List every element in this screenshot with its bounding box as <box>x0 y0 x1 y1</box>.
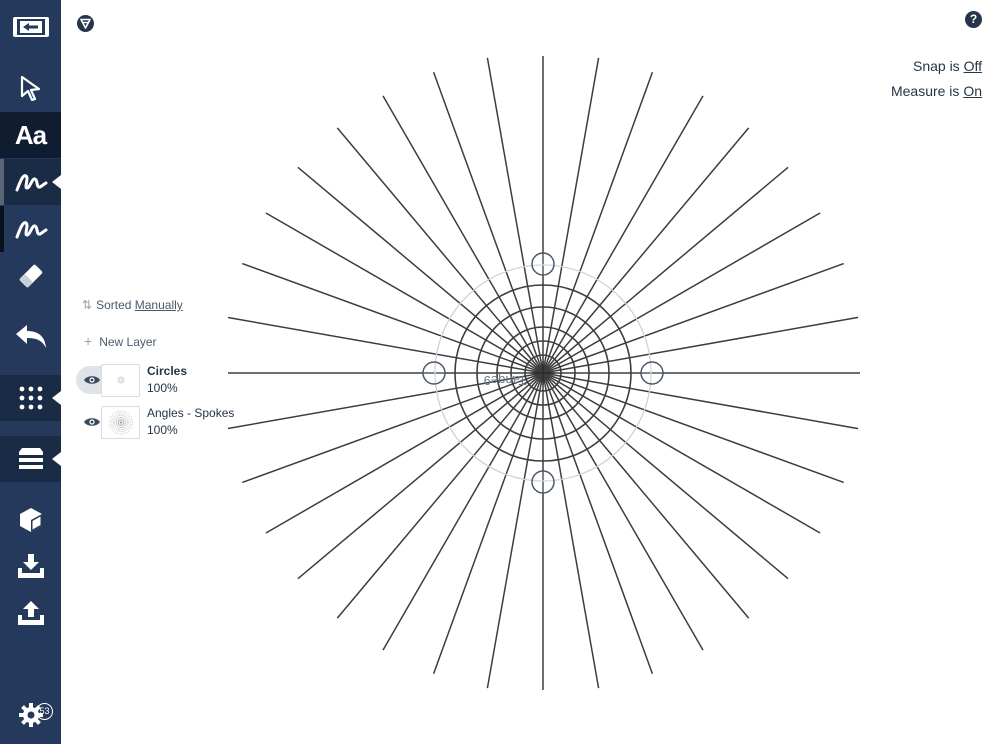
eye-icon <box>84 418 100 426</box>
measure-toggle[interactable]: On <box>963 83 982 99</box>
help-icon: ? <box>969 12 978 26</box>
back-button[interactable] <box>0 4 61 50</box>
sort-arrows-icon: ⇅ <box>82 298 93 312</box>
import-button[interactable] <box>0 543 61 589</box>
undo-button[interactable] <box>0 314 61 360</box>
layer-thumbnail <box>101 406 140 439</box>
resize-handle[interactable] <box>640 361 664 385</box>
new-layer-label: New Layer <box>99 335 157 349</box>
snap-status: Snap is Off <box>913 58 982 74</box>
grid-icon <box>19 386 42 410</box>
mirrored-canvas-label: Tanqe9 <box>484 373 527 388</box>
eye-icon <box>84 376 100 384</box>
pen-stroke-icon <box>15 174 47 192</box>
shape-cube-icon <box>19 508 42 532</box>
brush-stroke-icon <box>15 221 47 239</box>
measure-status: Measure is On <box>891 83 982 99</box>
export-button[interactable] <box>0 590 61 636</box>
snap-toggle[interactable]: Off <box>964 58 982 74</box>
drawing-canvas[interactable]: Tanqe9 <box>200 40 890 700</box>
layer-name: Circles <box>147 364 188 378</box>
settings-badge: 53 <box>36 703 53 720</box>
snap-label: Snap is <box>912 58 960 74</box>
upload-tray-icon <box>17 601 44 625</box>
eraser-tool[interactable] <box>0 253 61 299</box>
measure-label: Measure is <box>890 83 960 99</box>
layer-thumbnail <box>101 364 140 397</box>
resize-handle[interactable] <box>531 470 555 494</box>
download-tray-icon <box>17 554 44 578</box>
layers-icon <box>18 448 43 469</box>
eraser-icon <box>19 264 42 288</box>
pointer-arrow-icon <box>20 75 40 101</box>
filter-icon <box>80 18 91 29</box>
shape-tool[interactable] <box>0 497 61 543</box>
resize-handle[interactable] <box>531 252 555 276</box>
text-tool[interactable]: Aa <box>0 112 61 158</box>
resize-handle[interactable] <box>422 361 446 385</box>
undo-icon <box>15 325 46 348</box>
center-crosshair <box>531 361 555 385</box>
layer-opacity: 100% <box>147 381 178 395</box>
filter-button[interactable] <box>77 15 94 32</box>
text-tool-icon: Aa <box>14 119 47 150</box>
layers-tool[interactable] <box>0 436 61 482</box>
new-layer-button[interactable]: + New Layer <box>84 333 157 349</box>
back-arrow-icon <box>12 17 49 37</box>
grid-tool[interactable] <box>0 375 61 421</box>
sort-label: Sorted <box>96 298 132 312</box>
select-tool[interactable] <box>0 65 61 111</box>
sort-row: ⇅ Sorted Manually <box>82 298 183 312</box>
toolbar-sidebar: Aa 53 <box>0 0 61 744</box>
layer-opacity: 100% <box>147 423 178 437</box>
sort-mode-link[interactable]: Manually <box>135 298 183 312</box>
plus-icon: + <box>84 333 93 349</box>
help-button[interactable]: ? <box>965 11 982 28</box>
pen-tool[interactable] <box>0 159 61 205</box>
brush-tool[interactable] <box>0 206 61 252</box>
